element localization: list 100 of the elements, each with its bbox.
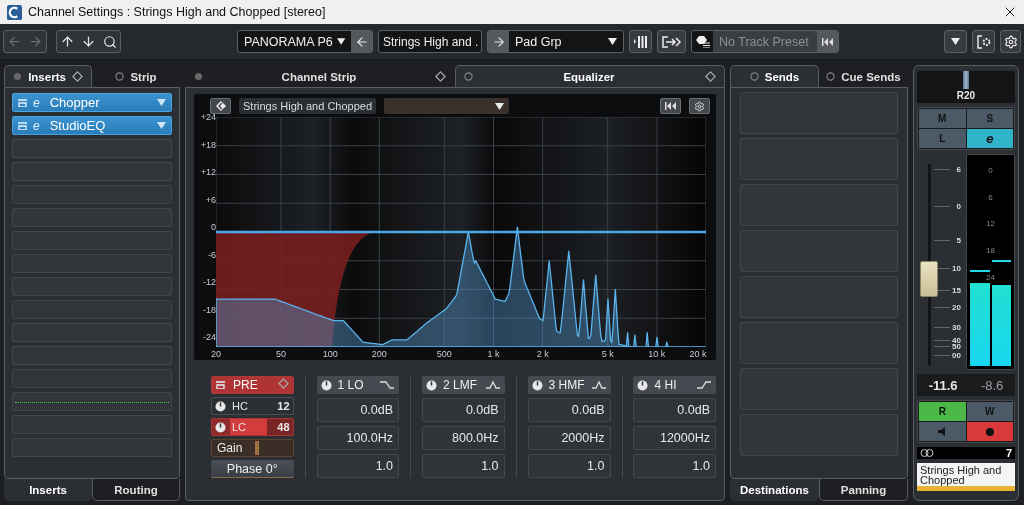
tab[interactable]: Inserts (4, 65, 92, 87)
axis-tick: 10 k (648, 349, 666, 359)
scale-label: 00 (952, 350, 961, 360)
tab[interactable]: Sends (730, 65, 819, 87)
send-slot[interactable] (740, 184, 898, 226)
gain-field[interactable]: 0.0dB (527, 398, 611, 422)
group-dropdown[interactable]: Pad Grp (509, 31, 623, 52)
frequency-field[interactable]: 800.0Hz (422, 426, 505, 450)
gain-slider[interactable]: Gain (211, 439, 294, 457)
axis-tick: +18 (199, 139, 216, 150)
axis-tick: +12 (199, 167, 216, 177)
frequency-field[interactable]: 12000Hz (633, 426, 716, 450)
scale-label: 20 (952, 302, 961, 312)
frequency-field[interactable]: 2000Hz (527, 426, 611, 450)
high-cut-button[interactable]: HC 12 (211, 397, 294, 415)
diamond-icon (705, 71, 716, 82)
power-icon (531, 379, 543, 391)
diamond-icon (435, 71, 446, 82)
diamond-icon (71, 71, 83, 82)
axis-tick: +24 (199, 112, 216, 122)
routing-button[interactable] (657, 30, 686, 53)
q-field[interactable]: 1.0 (633, 454, 716, 478)
caret-icon (608, 38, 617, 45)
arrow-down-icon (81, 34, 96, 49)
meter-label: 12 (986, 218, 995, 228)
send-slot[interactable] (740, 138, 898, 180)
settings-button[interactable] (1000, 30, 1021, 53)
record-icon (985, 427, 994, 436)
send-slot[interactable] (740, 414, 898, 456)
window-title: Channel Settings : Strings High and Chopped [stereo] (28, 5, 327, 19)
band-button[interactable]: 4 HI (633, 376, 716, 394)
pre-button[interactable]: PRE (211, 376, 294, 394)
monitor-button[interactable] (919, 422, 966, 441)
q-field[interactable]: 1.0 (422, 454, 505, 478)
compare-button[interactable] (210, 98, 231, 114)
tab[interactable]: Equalizer (455, 65, 725, 87)
insert-slot[interactable]: e Chopper (12, 93, 172, 112)
peak-reading: -8.6 (980, 377, 1004, 393)
eq-plot-drawing[interactable] (216, 226, 706, 347)
keyboard-button[interactable] (629, 30, 652, 53)
plugin-name: StudioEQ (49, 118, 107, 133)
piano-icon (633, 35, 648, 48)
insert-slot[interactable] (12, 392, 172, 411)
channel-name-field[interactable]: Strings High and . (378, 30, 482, 53)
axis-tick: 500 (436, 349, 452, 359)
bypass-icon (18, 121, 27, 130)
power-icon (320, 379, 332, 391)
edit-button[interactable]: e (966, 129, 1013, 148)
frequency-field[interactable]: 100.0Hz (316, 426, 400, 450)
record-button[interactable] (966, 422, 1013, 441)
meter-label: 0 (988, 165, 993, 175)
tab[interactable]: Inserts (4, 479, 92, 501)
band-button[interactable]: 2 LMF (422, 376, 505, 394)
gain-field[interactable]: 0.0dB (633, 398, 716, 422)
tab[interactable]: Panning (819, 479, 908, 501)
caret-icon (495, 102, 505, 110)
send-slot[interactable] (740, 230, 898, 272)
tab[interactable]: Destinations (730, 479, 819, 501)
fader-handle[interactable] (920, 261, 938, 298)
insert-slot[interactable]: e StudioEQ (12, 116, 172, 135)
shelf-filter-icon (696, 379, 712, 391)
gain-field[interactable]: 0.0dB (422, 398, 505, 422)
slider-thumb[interactable] (255, 441, 260, 455)
search-icon (102, 34, 117, 49)
send-slot[interactable] (740, 322, 898, 364)
meter-label: 24 (986, 272, 995, 282)
phase-button[interactable]: Phase 0° (211, 460, 294, 478)
window-settings-button[interactable] (972, 30, 995, 53)
settings-button[interactable] (689, 98, 710, 114)
pan-control[interactable]: R20 (917, 71, 1015, 103)
q-field[interactable]: 1.0 (316, 454, 400, 478)
send-slot[interactable] (740, 276, 898, 318)
band-button[interactable]: 3 HMF (527, 376, 611, 394)
plugin-name: Chopper (49, 95, 101, 110)
send-slot[interactable] (740, 368, 898, 410)
band-button[interactable]: 1 LO (316, 376, 400, 394)
power-icon (637, 379, 649, 391)
axis-tick: 20 (211, 349, 221, 359)
axis-tick: 200 (371, 349, 387, 359)
bypass-icon (216, 381, 225, 389)
read-button[interactable]: R (919, 402, 966, 421)
reset-button[interactable] (660, 98, 681, 114)
status-dot-icon (13, 72, 23, 81)
preset-dropdown[interactable]: PANORAMA P6 (238, 31, 351, 52)
volume-fader[interactable]: 6 0 5 10 15 20 30 40 50 00 (917, 154, 963, 370)
scale-label: 50 (952, 341, 961, 351)
peak-filter-icon (590, 379, 607, 391)
low-cut-button[interactable]: LC 48 (211, 418, 294, 436)
arrow-up-icon (60, 34, 75, 49)
scale-label: 0 (956, 201, 961, 211)
scale-label: 6 (956, 164, 961, 174)
status-dot-icon (464, 72, 473, 81)
q-field[interactable]: 1.0 (527, 454, 611, 478)
diamond-arrow-icon (215, 101, 226, 111)
menu-button[interactable] (944, 30, 967, 53)
tab[interactable]: Routing (92, 479, 180, 501)
gain-field[interactable]: 0.0dB (316, 398, 400, 422)
shelf-filter-icon (379, 379, 396, 391)
send-slot[interactable] (740, 92, 898, 134)
axis-tick: 0 (210, 222, 216, 232)
